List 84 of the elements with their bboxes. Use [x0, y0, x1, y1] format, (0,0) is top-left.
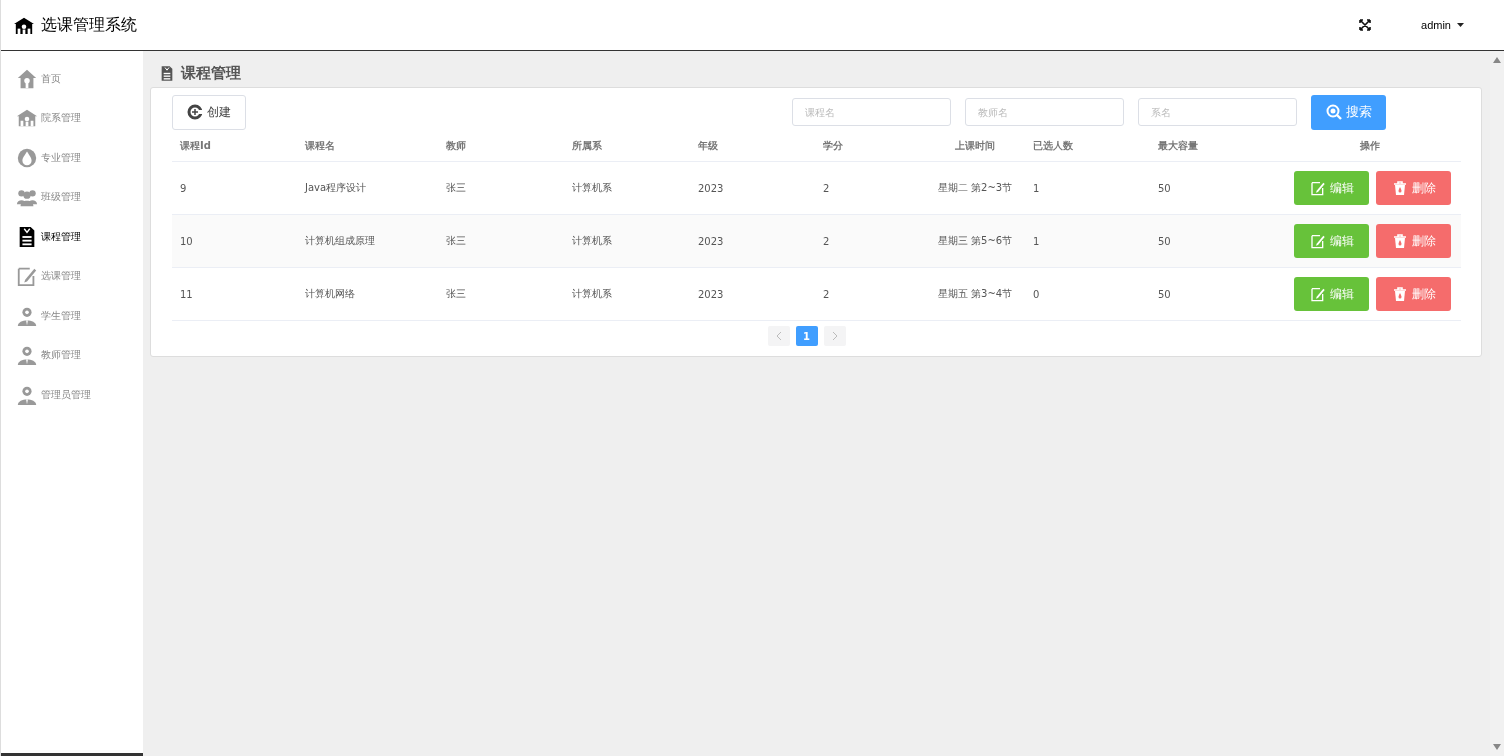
- caret-icon: [1457, 23, 1464, 27]
- table-cell-text: 1: [1032, 235, 1041, 247]
- table-cell-text: 1: [1032, 182, 1041, 194]
- table-cell-text: 50: [1157, 288, 1172, 300]
- sidebar-item[interactable]: 选课管理: [1, 256, 143, 296]
- edit-button[interactable]: 编辑: [1294, 224, 1369, 258]
- user-menu[interactable]: admin: [1421, 19, 1464, 31]
- table-cell-text: 计算机网络: [304, 287, 356, 301]
- search-field[interactable]: 课程名: [792, 98, 951, 126]
- next-page-button[interactable]: [823, 326, 846, 346]
- sidebar-item[interactable]: 管理员管理: [1, 375, 143, 415]
- table-cell-text: 9: [179, 182, 188, 194]
- column-header: 教师: [445, 138, 467, 153]
- trash-icon: [1391, 286, 1408, 302]
- sidebar-item[interactable]: 班级管理: [1, 177, 143, 217]
- column-header: 所属系: [571, 138, 603, 153]
- search-field[interactable]: 系名: [1138, 98, 1297, 126]
- column-header: 最大容量: [1157, 138, 1199, 153]
- table-cell-text: 计算机系: [571, 234, 613, 248]
- edit-icon: [1309, 286, 1326, 302]
- column-header: 学分: [822, 138, 844, 153]
- delete-button[interactable]: 删除: [1376, 277, 1451, 311]
- table-cell-text: 2023: [697, 235, 725, 247]
- trash-icon: [1391, 233, 1408, 249]
- edit-button[interactable]: 编辑: [1294, 171, 1369, 205]
- plus-circle-icon: [187, 104, 203, 120]
- table-cell-text: 计算机系: [571, 287, 613, 301]
- column-header: 操作: [1358, 138, 1381, 153]
- building-icon: [13, 15, 35, 35]
- table-cell-text: Java程序设计: [303, 181, 368, 195]
- table-cell-text: 2023: [697, 182, 725, 194]
- previous-page-button[interactable]: [767, 326, 790, 346]
- edit-button[interactable]: 编辑: [1294, 277, 1369, 311]
- column-header: 上课时间: [954, 138, 996, 153]
- table-cell-text: 星期二 第2~3节: [936, 181, 1014, 195]
- up-arrow-icon: [1493, 57, 1501, 63]
- column-header: 已选人数: [1032, 138, 1074, 153]
- table-cell-text: 0: [1032, 288, 1041, 300]
- delete-button[interactable]: 删除: [1376, 224, 1451, 258]
- house-icon: [16, 67, 38, 90]
- edit-icon: [1309, 233, 1326, 249]
- scrollbar[interactable]: [1490, 51, 1504, 756]
- page-heading: 课程管理: [181, 63, 241, 83]
- search-field[interactable]: 教师名: [965, 98, 1124, 126]
- sidebar-item[interactable]: 教师管理: [1, 335, 143, 375]
- column-header: 年级: [697, 138, 719, 153]
- page-button[interactable]: 1: [795, 326, 818, 346]
- create-button[interactable]: 创建: [172, 94, 246, 130]
- trash-icon: [1391, 180, 1408, 196]
- sidebar-item[interactable]: 院系管理: [1, 98, 143, 138]
- edit-icon: [1309, 180, 1326, 196]
- table-cell-text: 2: [822, 235, 831, 247]
- table-cell-text: 11: [179, 288, 194, 300]
- user-icon: [16, 344, 38, 367]
- sidebar-item[interactable]: 专业管理: [1, 138, 143, 178]
- search-icon: [1325, 104, 1342, 120]
- sidebar-item[interactable]: 课程管理: [1, 217, 143, 257]
- table-cell-text: 张三: [445, 181, 467, 195]
- table-cell-text: 50: [1157, 235, 1172, 247]
- table-cell-text: 张三: [445, 287, 467, 301]
- edit-icon: [16, 265, 38, 288]
- table-cell-text: 2: [822, 288, 831, 300]
- sidebar-item[interactable]: 学生管理: [1, 296, 143, 336]
- table-cell-text: 50: [1157, 182, 1172, 194]
- sidebar-item[interactable]: 首页: [1, 59, 143, 99]
- document-icon: [159, 63, 175, 83]
- delete-button[interactable]: 删除: [1376, 171, 1451, 205]
- column-header: 课程名: [304, 138, 336, 153]
- table-cell-text: 星期五 第3~4节: [936, 287, 1014, 301]
- table-cell-text: 10: [179, 235, 194, 247]
- column-header: 课程Id: [179, 138, 212, 153]
- fullscreen-icon: [1359, 19, 1372, 31]
- table-cell-text: 张三: [445, 234, 467, 248]
- table-cell-text: 2023: [697, 288, 725, 300]
- down-arrow-icon: [1493, 744, 1501, 750]
- chevron-left-icon: [775, 332, 782, 340]
- table-cell-text: 星期三 第5~6节: [936, 234, 1014, 248]
- table-cell-text: 计算机组成原理: [304, 234, 376, 248]
- drop-icon: [16, 146, 38, 169]
- table-cell-text: 2: [822, 182, 831, 194]
- chevron-right-icon: [831, 332, 838, 340]
- table-cell-text: 计算机系: [571, 181, 613, 195]
- search-button[interactable]: 搜索: [1311, 94, 1386, 130]
- app-title: 选课管理系统: [41, 14, 137, 36]
